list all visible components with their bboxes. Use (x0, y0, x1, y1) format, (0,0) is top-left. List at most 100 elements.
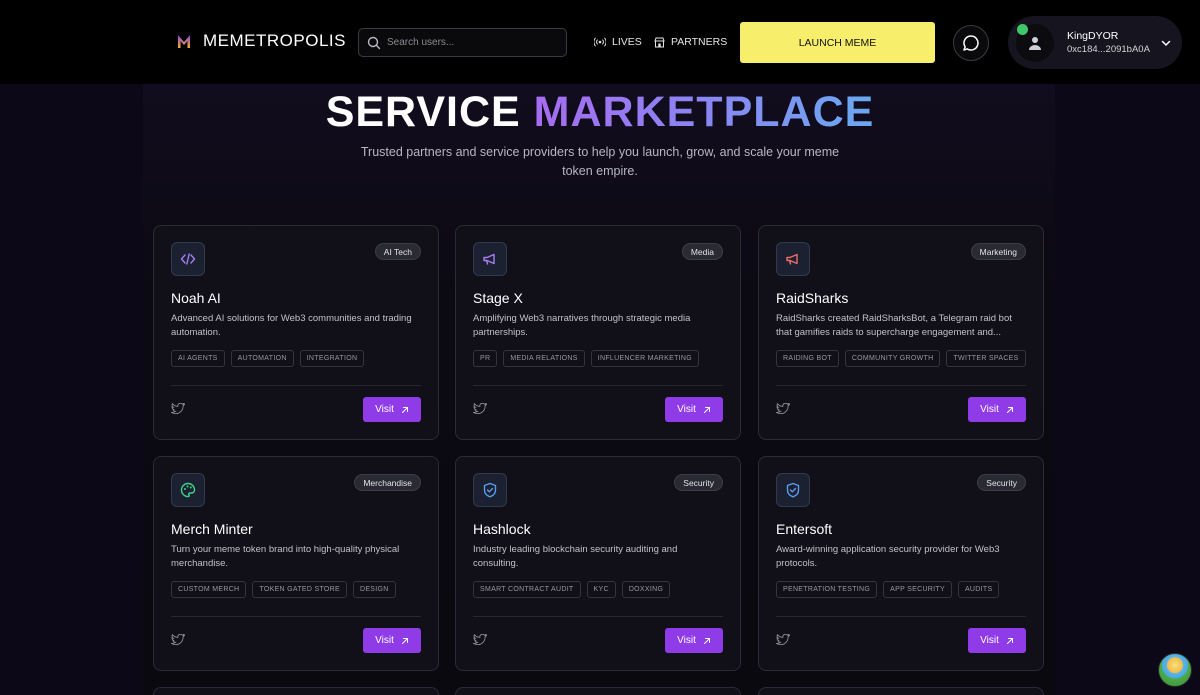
visit-button-label: Visit (375, 404, 394, 415)
twitter-icon[interactable] (473, 634, 487, 646)
service-name: RaidSharks (776, 290, 849, 306)
external-link-icon (703, 637, 710, 644)
tag-list: PR MEDIA RELATIONS INFLUENCER MARKETING (473, 350, 700, 367)
visit-button-label: Visit (677, 404, 696, 415)
tag-chip: AUTOMATION (230, 350, 294, 367)
broadcast-icon (594, 37, 606, 47)
service-name: Entersoft (776, 521, 833, 537)
card-divider (776, 385, 1026, 386)
service-description: RaidSharks created RaidSharksBot, a Tele… (776, 313, 1012, 338)
page-subtitle: Trusted partners and service providers t… (360, 145, 840, 178)
category-badge: AI Tech (374, 243, 421, 260)
visit-button-label: Visit (677, 635, 696, 646)
tag-list: CUSTOM MERCH TOKEN GATED STORE DESIGN (171, 581, 396, 598)
visit-button[interactable]: Visit (665, 628, 723, 653)
launch-meme-button[interactable]: LAUNCH MEME (740, 22, 935, 63)
category-badge: Marketing (970, 243, 1026, 260)
twitter-icon[interactable] (171, 634, 185, 646)
chevron-down-icon[interactable] (1160, 37, 1172, 49)
megaphone-icon (483, 253, 495, 265)
tag-chip: PR (473, 350, 498, 367)
code-icon (180, 253, 196, 265)
external-link-icon (1006, 637, 1013, 644)
service-card: Marketing RaidSharks RaidSharks created … (758, 225, 1044, 440)
nav-link-lives[interactable]: LIVES (594, 36, 642, 48)
brand-logo-link[interactable]: MEMETROPOLIS (177, 31, 346, 51)
twitter-icon[interactable] (776, 634, 790, 646)
chat-bubble-icon (963, 35, 979, 51)
visit-button-label: Visit (980, 635, 999, 646)
online-status-dot (1017, 24, 1028, 35)
user-icon (1029, 37, 1041, 50)
nav-link-lives-label: LIVES (612, 36, 642, 48)
tag-chip: APP SECURITY (883, 581, 952, 598)
visit-button[interactable]: Visit (363, 628, 421, 653)
twitter-icon[interactable] (473, 403, 487, 415)
card-divider (473, 385, 723, 386)
category-badge: Merchandise (354, 474, 421, 491)
service-icon-box (473, 242, 507, 276)
search-icon (367, 36, 381, 49)
service-card-partial (455, 687, 741, 695)
tag-chip: COMMUNITY GROWTH (844, 350, 941, 367)
tag-chip: PENETRATION TESTING (776, 581, 878, 598)
external-link-icon (401, 406, 408, 413)
service-name: Stage X (473, 290, 523, 306)
visit-button-label: Visit (980, 404, 999, 415)
search-input[interactable] (387, 37, 557, 48)
tag-list: SMART CONTRACT AUDIT KYC DOXXING (473, 581, 671, 598)
card-divider (171, 616, 421, 617)
shield-icon (786, 482, 800, 498)
tag-chip: DOXXING (621, 581, 671, 598)
service-card: AI Tech Noah AI Advanced AI solutions fo… (153, 225, 439, 440)
service-icon-box (776, 473, 810, 507)
visit-button[interactable]: Visit (665, 397, 723, 422)
visit-button[interactable]: Visit (363, 397, 421, 422)
tag-chip: CUSTOM MERCH (171, 581, 247, 598)
user-account-menu[interactable]: KingDYOR 0xc184...2091bA0A (1008, 16, 1182, 69)
service-name: Noah AI (171, 290, 221, 306)
page-title-plain: SERVICE (325, 88, 521, 136)
card-divider (776, 616, 1026, 617)
twitter-icon[interactable] (171, 403, 185, 415)
category-badge: Media (681, 243, 723, 260)
brand-logo-icon (178, 35, 190, 48)
floating-avatar-button[interactable] (1158, 653, 1192, 687)
palette-icon (180, 482, 196, 498)
tag-chip: MEDIA RELATIONS (503, 350, 585, 367)
service-icon-box (776, 242, 810, 276)
service-description: Turn your meme token brand into high-qua… (171, 544, 400, 569)
twitter-icon[interactable] (776, 403, 790, 415)
external-link-icon (703, 406, 710, 413)
card-divider (171, 385, 421, 386)
service-card-partial (758, 687, 1044, 695)
tag-chip: INTEGRATION (299, 350, 365, 367)
user-search-box[interactable] (358, 28, 567, 57)
tag-list: AI AGENTS AUTOMATION INTEGRATION (171, 350, 365, 367)
visit-button[interactable]: Visit (968, 628, 1026, 653)
nav-link-partners[interactable]: PARTNERS (654, 36, 727, 48)
category-badge: Security (674, 474, 723, 491)
service-card: Security Hashlock Industry leading block… (455, 456, 741, 671)
chat-button[interactable] (953, 25, 989, 61)
tag-chip: RAIDING BOT (776, 350, 839, 367)
service-description: Award-winning application security provi… (776, 544, 1000, 569)
service-description: Advanced AI solutions for Web3 communiti… (171, 313, 412, 338)
service-icon-box (171, 242, 205, 276)
user-name: KingDYOR (1067, 30, 1119, 42)
wallet-address: 0xc184...2091bA0A (1067, 44, 1150, 55)
tag-chip: INFLUENCER MARKETING (590, 350, 700, 367)
service-icon-box (473, 473, 507, 507)
store-icon (654, 37, 665, 47)
top-navigation-bar: MEMETROPOLIS LIVES PARTNERS LAUNCH MEME (0, 0, 1200, 84)
tag-chip: DESIGN (352, 581, 396, 598)
tag-chip: SMART CONTRACT AUDIT (473, 581, 581, 598)
tag-chip: TWITTER SPACES (946, 350, 1026, 367)
shield-icon (483, 482, 497, 498)
page-title: SERVICE MARKETPLACE (0, 88, 1200, 137)
service-card: Security Entersoft Award-winning applica… (758, 456, 1044, 671)
external-link-icon (1006, 406, 1013, 413)
tag-list: RAIDING BOT COMMUNITY GROWTH TWITTER SPACE… (776, 350, 1026, 367)
tag-chip: KYC (586, 581, 616, 598)
visit-button[interactable]: Visit (968, 397, 1026, 422)
